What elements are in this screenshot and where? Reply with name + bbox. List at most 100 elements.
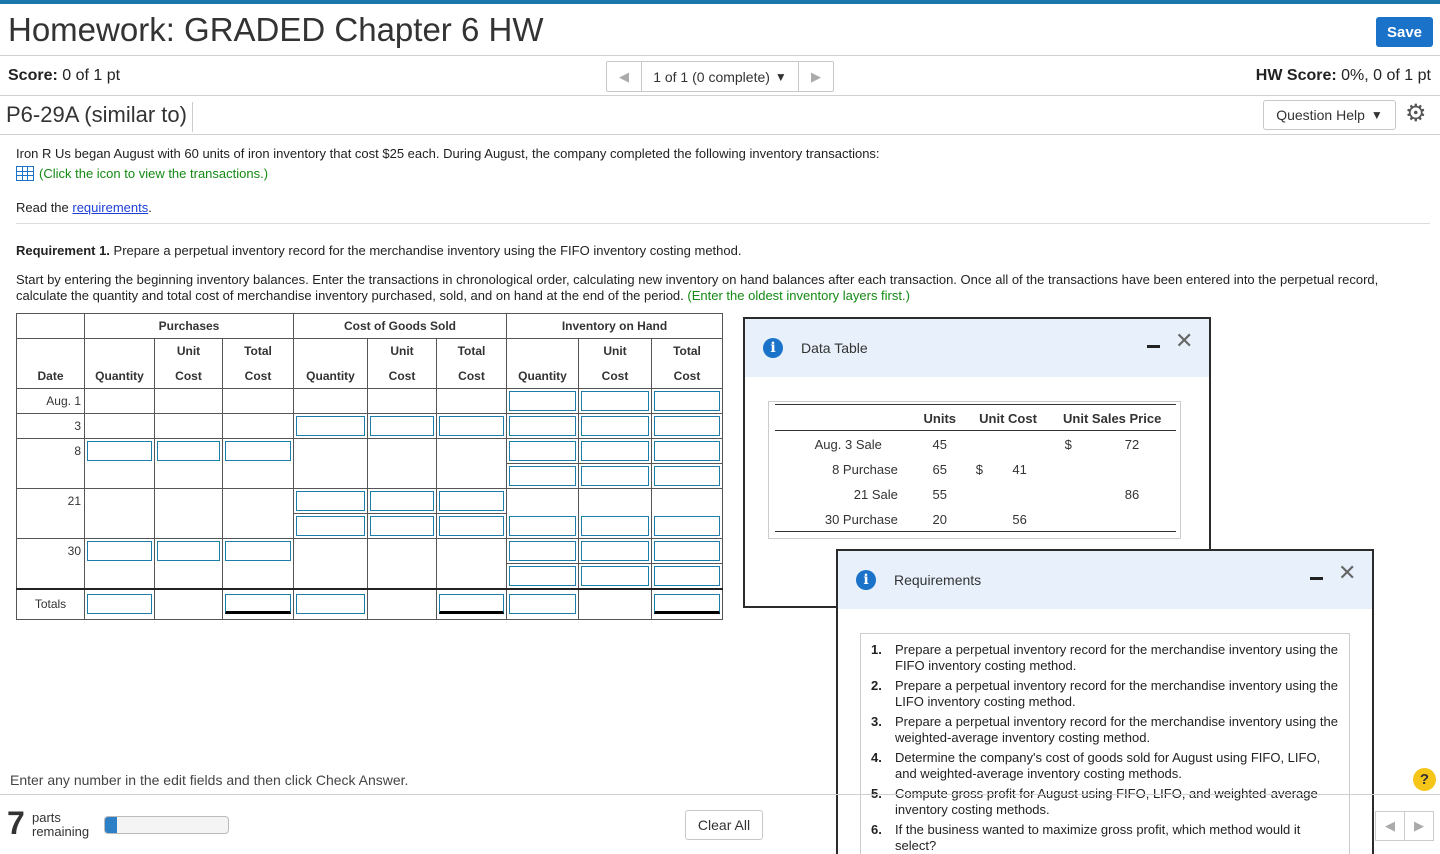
input-field[interactable]: [439, 594, 504, 615]
transactions-link[interactable]: (Click the icon to view the transactions…: [16, 166, 268, 181]
input-field[interactable]: [439, 516, 504, 536]
minimize-icon[interactable]: [1310, 577, 1323, 580]
input-field[interactable]: [509, 466, 576, 486]
input-field[interactable]: [225, 441, 291, 462]
input-field[interactable]: [581, 515, 649, 536]
input-field[interactable]: [581, 466, 649, 486]
caret-down-icon: ▼: [774, 69, 787, 84]
input-field[interactable]: [296, 416, 365, 436]
input-field[interactable]: [370, 516, 434, 536]
input-field[interactable]: [370, 491, 434, 511]
divider: [0, 55, 1440, 56]
divider: [0, 134, 1440, 135]
column-header: Cost: [436, 363, 507, 389]
column-header: Cost: [367, 363, 437, 389]
input-field[interactable]: [581, 565, 649, 586]
input-field[interactable]: [509, 541, 576, 561]
clear-all-button[interactable]: Clear All: [685, 810, 763, 840]
table-grid-icon[interactable]: [16, 166, 34, 181]
input-field[interactable]: [581, 391, 649, 411]
read-requirements: Read the requirements.: [16, 200, 152, 215]
column-header: Cost: [578, 363, 652, 389]
chevron-left-icon[interactable]: ◀: [607, 62, 641, 91]
column-header: Quantity: [506, 363, 579, 389]
input-field[interactable]: [654, 391, 720, 411]
close-icon[interactable]: ✕: [1175, 330, 1193, 352]
input-field[interactable]: [225, 541, 291, 562]
divider: [0, 794, 1440, 795]
input-field[interactable]: [509, 441, 576, 461]
input-field[interactable]: [581, 541, 649, 561]
input-field[interactable]: [654, 594, 720, 615]
input-field[interactable]: [87, 541, 152, 562]
input-field[interactable]: [225, 594, 291, 615]
minimize-icon[interactable]: [1147, 345, 1160, 348]
list-item: 3. Prepare a perpetual inventory record f…: [871, 714, 1338, 745]
chevron-right-icon[interactable]: ▶: [1404, 811, 1434, 841]
parts-label: parts remaining: [32, 810, 90, 839]
column-header: Quantity: [293, 363, 368, 389]
input-field[interactable]: [296, 491, 365, 511]
progress-fill: [105, 817, 118, 833]
table-row: Aug. 3 Sale 45 $ 72: [814, 437, 1140, 452]
input-field[interactable]: [581, 441, 649, 461]
input-field[interactable]: [439, 491, 504, 511]
input-field[interactable]: [296, 594, 365, 615]
input-field[interactable]: [87, 594, 152, 615]
date-cell: 21: [16, 488, 85, 514]
input-field[interactable]: [654, 541, 720, 561]
help-icon[interactable]: ?: [1413, 768, 1436, 791]
intro-text: Iron R Us began August with 60 units of …: [16, 146, 880, 161]
input-field[interactable]: [509, 565, 576, 586]
table-row: 21: [16, 488, 723, 514]
requirements-dialog: i Requirements ✕ 1. Prepare a perpetual i…: [836, 549, 1374, 854]
input-field[interactable]: [509, 391, 576, 411]
input-field[interactable]: [581, 416, 649, 436]
date-cell: 30: [16, 538, 85, 564]
list-item: 1. Prepare a perpetual inventory record f…: [871, 642, 1338, 673]
score: Score: 0 of 1 pt: [8, 67, 121, 84]
parts-count: 7: [7, 805, 25, 841]
input-field[interactable]: [370, 416, 434, 436]
page-title: Homework: GRADED Chapter 6 HW: [8, 11, 544, 48]
table-row: 30: [16, 538, 723, 564]
save-button[interactable]: Save: [1376, 17, 1433, 47]
gear-icon[interactable]: ⚙: [1405, 101, 1427, 127]
table-row: [16, 463, 723, 489]
input-field[interactable]: [654, 416, 720, 436]
info-icon: i: [763, 338, 783, 358]
table-row: Aug. 1: [16, 388, 723, 414]
question-help-button[interactable]: Question Help ▼: [1263, 100, 1396, 130]
chevron-left-icon[interactable]: ◀: [1375, 811, 1405, 841]
requirement-heading: Requirement 1. Prepare a perpetual inven…: [16, 243, 742, 258]
input-field[interactable]: [654, 466, 720, 486]
chevron-right-icon[interactable]: ▶: [799, 62, 833, 91]
column-header: Units: [911, 404, 968, 431]
column-header: Cost: [651, 363, 723, 389]
column-header: Cost: [154, 363, 223, 389]
info-icon: i: [856, 570, 876, 590]
table-row: 3: [16, 413, 723, 439]
input-field[interactable]: [296, 516, 365, 536]
list-item: 5.Compute gross profit for August using …: [871, 786, 1318, 817]
input-field[interactable]: [654, 515, 720, 536]
date-cell: Aug. 1: [16, 388, 85, 414]
question-pager: ◀ 1 of 1 (0 complete) ▼ ▶: [606, 61, 834, 92]
column-header: Quantity: [84, 363, 155, 389]
input-field[interactable]: [157, 541, 220, 562]
progress-bar: [104, 816, 229, 834]
input-field[interactable]: [157, 441, 220, 462]
input-field[interactable]: [509, 416, 576, 436]
requirements-link[interactable]: requirements: [72, 200, 148, 215]
input-field[interactable]: [87, 441, 152, 462]
input-field[interactable]: [509, 515, 576, 536]
input-field[interactable]: [654, 565, 720, 586]
close-icon[interactable]: ✕: [1338, 562, 1356, 584]
hint-text: Enter any number in the edit fields and …: [10, 772, 409, 788]
input-field[interactable]: [509, 594, 576, 615]
date-cell: 3: [16, 413, 85, 439]
input-field[interactable]: [439, 416, 504, 436]
input-field[interactable]: [654, 441, 720, 461]
question-select[interactable]: 1 of 1 (0 complete) ▼: [641, 62, 799, 91]
purchases-header: Purchases: [84, 313, 294, 339]
